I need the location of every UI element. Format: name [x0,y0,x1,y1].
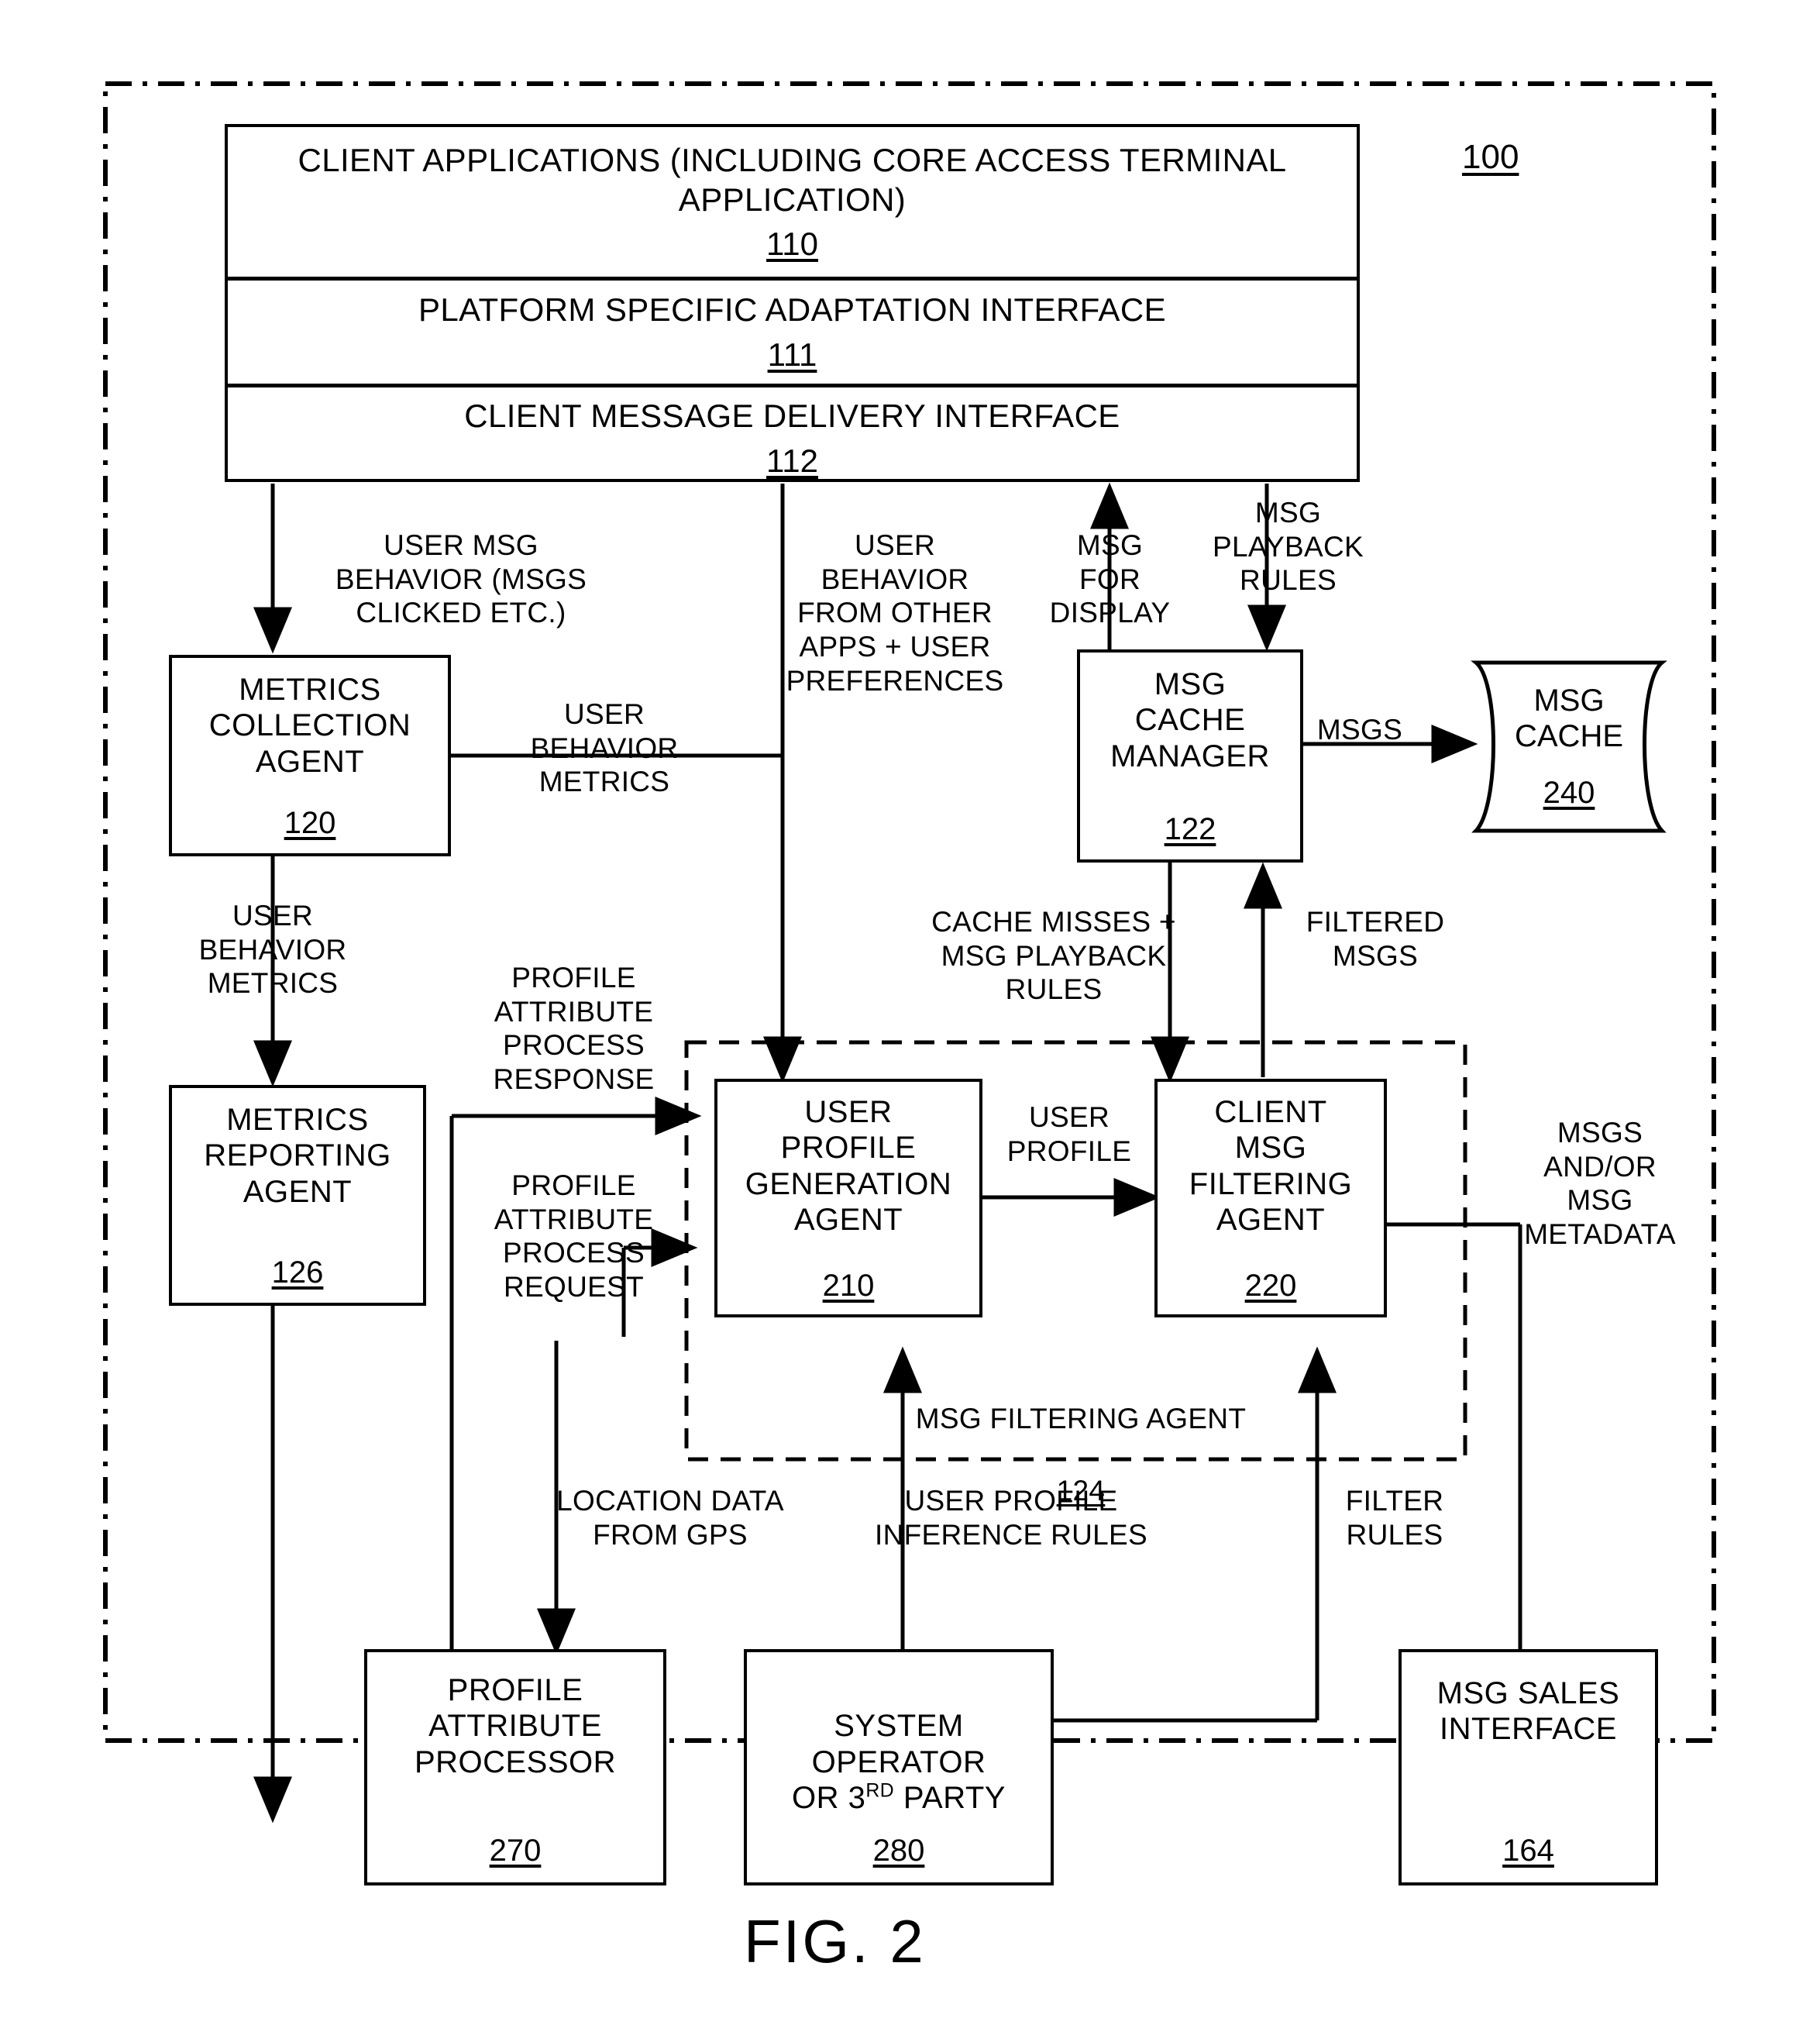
system-operator-ref: 280 [872,1834,925,1868]
client-applications-title: CLIENT APPLICATIONS (INCLUDING CORE ACCE… [298,142,1287,218]
label-msgs-and-or-metadata: MSGS AND/OR MSG METADATA [1524,1117,1676,1250]
label-location-data-gps: LOCATION DATA FROM GPS [556,1485,784,1551]
user-profile-generation-agent-title: USER PROFILE GENERATION AGENT [745,1095,952,1238]
label-profile-attribute-process-request: PROFILE ATTRIBUTE PROCESS REQUEST [494,1169,654,1303]
client-msg-filtering-agent-ref: 220 [1244,1269,1297,1303]
metrics-collection-agent-box[interactable]: METRICS COLLECTION AGENT 120 [169,655,451,856]
msg-sales-interface-ref: 164 [1502,1834,1554,1868]
metrics-reporting-agent-ref: 126 [271,1255,324,1290]
profile-attribute-processor-box[interactable]: PROFILE ATTRIBUTE PROCESSOR 270 [364,1649,666,1885]
group-title-msg-filtering-agent: MSG FILTERING AGENT [915,1402,1247,1434]
label-profile-attribute-process-response: PROFILE ATTRIBUTE PROCESS RESPONSE [493,962,655,1095]
msg-cache-title: MSG CACHE [1514,683,1624,754]
label-user-msg-behavior: USER MSG BEHAVIOR (MSGS CLICKED ETC.) [335,529,587,629]
group-ref-msg-filtering-agent: 124 [1056,1474,1106,1507]
client-applications-ref: 110 [766,225,818,262]
patent-figure-canvas: CLIENT APPLICATIONS (INCLUDING CORE ACCE… [0,0,1820,2018]
metrics-reporting-agent-box[interactable]: METRICS REPORTING AGENT 126 [169,1085,426,1306]
platform-adaptation-ref: 111 [767,336,817,373]
msg-cache-text: MSG CACHE 240 [1476,663,1662,831]
label-user-profile: USER PROFILE [1006,1101,1132,1167]
label-filtered-msgs: FILTERED MSGS [1306,906,1445,972]
profile-attribute-processor-ref: 270 [489,1834,542,1868]
group-label-msg-filtering-agent: MSG FILTERING AGENT 124 [841,1368,1321,1508]
metrics-reporting-agent-title: METRICS REPORTING AGENT [204,1103,391,1209]
label-user-behavior-metrics-right: USER BEHAVIOR METRICS [530,698,679,798]
system-operator-title: SYSTEM OPERATOR OR 3RD PARTY [792,1672,1006,1817]
msg-cache-manager-ref: 122 [1164,812,1216,846]
label-msg-for-display: MSG FOR DISPLAY [1049,529,1171,629]
client-stack: CLIENT APPLICATIONS (INCLUDING CORE ACCE… [225,124,1360,482]
label-filter-rules: FILTER RULES [1345,1485,1444,1551]
system-ref-100: 100 [1462,138,1519,176]
user-profile-generation-agent-ref: 210 [822,1269,875,1303]
client-msg-filtering-agent-title: CLIENT MSG FILTERING AGENT [1189,1095,1353,1238]
label-msgs: MSGS [1316,714,1403,746]
label-cache-misses: CACHE MISSES + MSG PLAYBACK RULES [931,906,1176,1006]
user-profile-generation-agent-box[interactable]: USER PROFILE GENERATION AGENT 210 [714,1079,982,1317]
system-operator-title-post: PARTY [894,1781,1006,1816]
metrics-collection-agent-title: METRICS COLLECTION AGENT [208,673,411,779]
platform-adaptation-title: PLATFORM SPECIFIC ADAPTATION INTERFACE [418,291,1166,329]
profile-attribute-processor-title: PROFILE ATTRIBUTE PROCESSOR [414,1673,617,1779]
msg-cache-manager-title: MSG CACHE MANAGER [1110,667,1270,773]
msg-sales-interface-title: MSG SALES INTERFACE [1436,1676,1620,1747]
client-message-delivery-title: CLIENT MESSAGE DELIVERY INTERFACE [464,398,1120,435]
client-message-delivery-interface-box[interactable]: CLIENT MESSAGE DELIVERY INTERFACE 112 [228,387,1357,489]
client-applications-box[interactable]: CLIENT APPLICATIONS (INCLUDING CORE ACCE… [228,127,1357,281]
msg-sales-interface-box[interactable]: MSG SALES INTERFACE 164 [1399,1649,1658,1885]
label-user-behavior-other-apps: USER BEHAVIOR FROM OTHER APPS + USER PRE… [786,529,1004,697]
client-msg-filtering-agent-box[interactable]: CLIENT MSG FILTERING AGENT 220 [1154,1079,1387,1317]
msg-cache-store[interactable]: MSG CACHE 240 [1476,663,1662,831]
system-operator-box[interactable]: SYSTEM OPERATOR OR 3RD PARTY 280 [744,1649,1054,1885]
msg-cache-ref: 240 [1543,775,1595,810]
client-message-delivery-ref: 112 [766,442,818,479]
msg-cache-manager-box[interactable]: MSG CACHE MANAGER 122 [1077,649,1303,863]
label-user-behavior-metrics-left: USER BEHAVIOR METRICS [198,900,347,1000]
system-operator-title-sup: RD [865,1780,895,1802]
metrics-collection-agent-ref: 120 [284,806,336,840]
platform-adaptation-interface-box[interactable]: PLATFORM SPECIFIC ADAPTATION INTERFACE 1… [228,281,1357,387]
figure-caption: FIG. 2 [744,1907,926,1975]
label-msg-playback-rules: MSG PLAYBACK RULES [1212,497,1364,597]
